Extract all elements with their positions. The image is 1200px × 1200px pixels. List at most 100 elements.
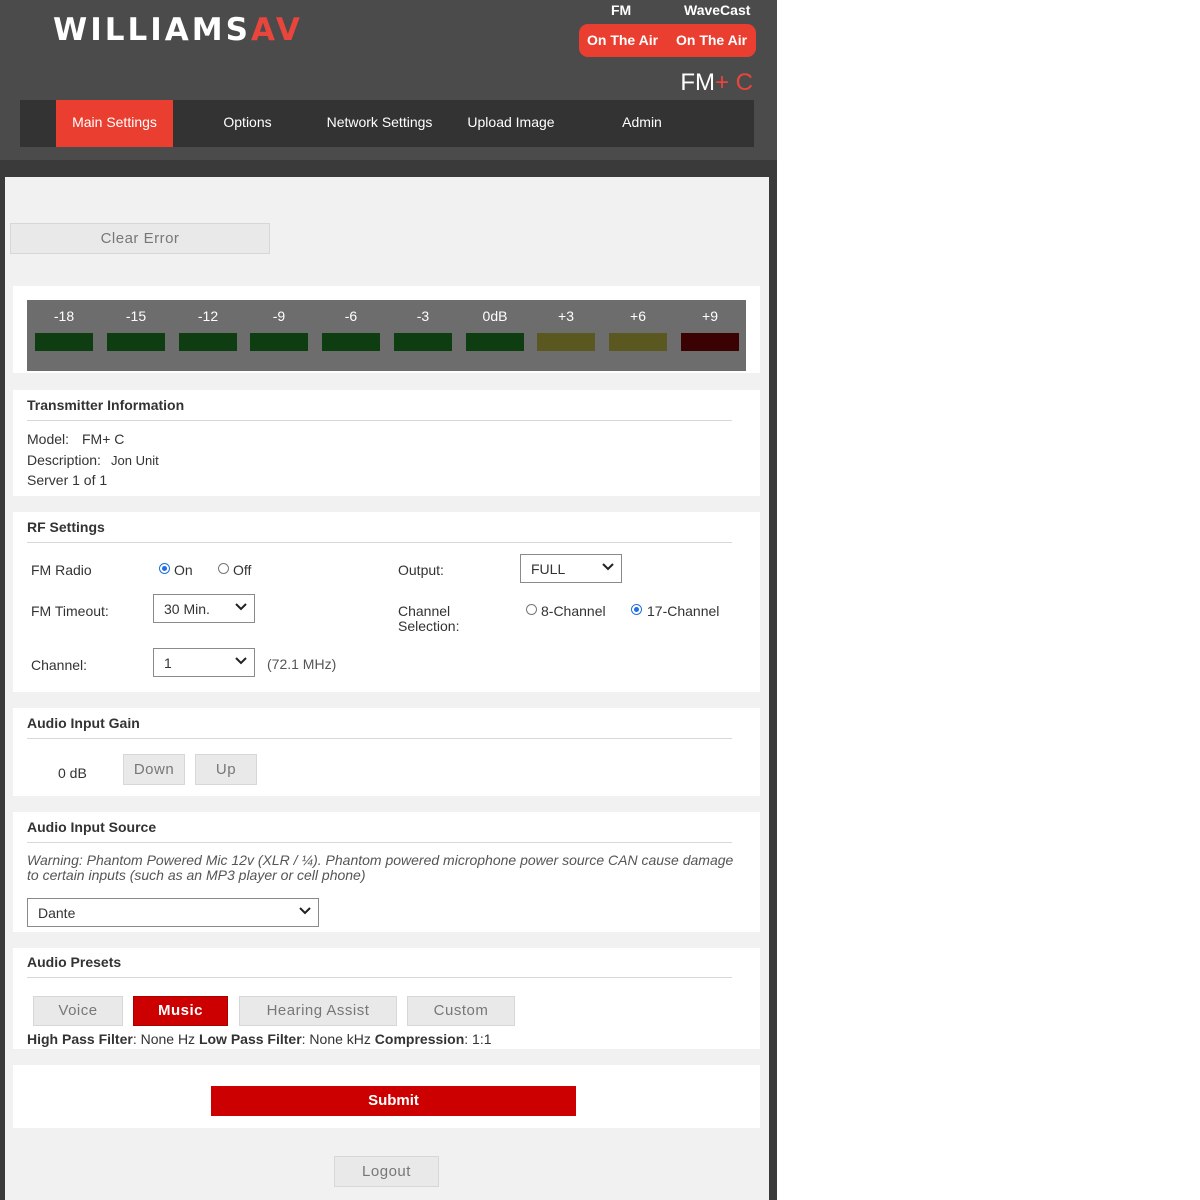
description-label: Description: [27, 452, 101, 468]
tab-upload-image[interactable]: Upload Image [455, 100, 567, 147]
vu-label: +6 [630, 308, 646, 324]
divider [27, 842, 732, 843]
fm-radio-off-radio[interactable] [218, 563, 229, 574]
output-select[interactable]: FULL [520, 554, 622, 583]
fm-status-value: On The Air [587, 32, 659, 48]
audio-source-select[interactable]: Dante [27, 898, 319, 927]
chevron-down-icon [235, 603, 247, 611]
vu-segment [179, 333, 237, 351]
section-title: Transmitter Information [27, 397, 185, 413]
vu-label: -12 [197, 308, 219, 324]
preset-voice-button[interactable]: Voice [33, 996, 123, 1026]
hpf-label: High Pass Filter [27, 1031, 133, 1047]
vu-meter-panel: -18 -15 -12 -9 -6 -3 0dB +3 +6 +9 [13, 286, 760, 373]
clear-error-button[interactable]: Clear Error [10, 223, 270, 254]
vu-label: -18 [53, 308, 75, 324]
compression-label: Compression [374, 1031, 465, 1047]
vu-segment [250, 333, 308, 351]
channel-label: Channel: [31, 657, 88, 673]
phantom-power-warning: Warning: Phantom Powered Mic 12v (XLR / … [27, 852, 734, 868]
vu-label: -15 [125, 308, 147, 324]
vu-label: 0dB [482, 308, 508, 324]
tab-options[interactable]: Options [190, 100, 305, 147]
submit-button[interactable]: Submit [211, 1086, 576, 1116]
model-label: Model: [27, 431, 70, 447]
audio-gain-panel: Audio Input Gain 0 dB Down Up [13, 708, 760, 796]
vu-label: -3 [416, 308, 430, 324]
app-frame: WILLIAMSAV FM WaveCast On The Air On The… [0, 0, 777, 1200]
vu-segment [537, 333, 595, 351]
submit-panel: Submit [13, 1065, 760, 1128]
vu-segment [681, 333, 739, 351]
fm-timeout-label: FM Timeout: [31, 603, 109, 619]
fm-radio-on-label: On [174, 562, 193, 578]
brand-logo: WILLIAMSAV [53, 12, 303, 48]
vu-segment [35, 333, 93, 351]
logout-button[interactable]: Logout [334, 1156, 439, 1187]
fm-status-label: FM [611, 2, 632, 18]
tab-network-settings[interactable]: Network Settings [317, 100, 442, 147]
audio-presets-panel: Audio Presets Voice Music Hearing Assist… [13, 948, 760, 1049]
brand-main: WILLIAMS [53, 12, 251, 48]
model-logo: FM+ C [680, 69, 753, 97]
channel-frequency: (72.1 MHz) [267, 656, 337, 672]
server-text: Server 1 of 1 [27, 472, 108, 488]
channel-8-label: 8-Channel [541, 603, 606, 619]
channel-selection-label: Channel [398, 603, 451, 619]
fm-radio-on-radio[interactable] [159, 563, 170, 574]
tab-admin[interactable]: Admin [592, 100, 692, 147]
vu-label: +3 [558, 308, 574, 324]
chevron-down-icon [235, 657, 247, 665]
chevron-down-icon [602, 563, 614, 571]
section-title: Audio Input Source [27, 819, 157, 835]
section-title: Audio Input Gain [27, 715, 140, 731]
chevron-down-icon [299, 907, 311, 915]
vu-segment [466, 333, 524, 351]
fm-timeout-select[interactable]: 30 Min. [153, 594, 255, 623]
lpf-value: : None kHz [301, 1031, 371, 1047]
audio-source-panel: Audio Input Source Warning: Phantom Powe… [13, 812, 760, 932]
select-value: Dante [38, 905, 76, 921]
vu-label: +9 [702, 308, 718, 324]
header: WILLIAMSAV FM WaveCast On The Air On The… [0, 0, 777, 160]
vu-segment [322, 333, 380, 351]
divider [27, 542, 732, 543]
vu-label: -9 [272, 308, 286, 324]
filter-summary: High Pass Filter: None Hz Low Pass Filte… [27, 1031, 492, 1047]
preset-music-button[interactable]: Music [133, 996, 228, 1026]
wavecast-status-label: WaveCast [684, 2, 751, 18]
channel-select[interactable]: 1 [153, 648, 255, 677]
gain-value: 0 dB [58, 765, 87, 781]
preset-custom-button[interactable]: Custom [407, 996, 515, 1026]
vu-meter: -18 -15 -12 -9 -6 -3 0dB +3 +6 +9 [27, 300, 746, 371]
section-title: RF Settings [27, 519, 105, 535]
vu-segment [609, 333, 667, 351]
section-title: Audio Presets [27, 954, 122, 970]
rf-settings-panel: RF Settings FM Radio On Off FM Timeout: … [13, 512, 760, 692]
compression-value: : 1:1 [464, 1031, 492, 1047]
on-air-status-box: On The Air On The Air [579, 24, 756, 57]
description-value: Jon Unit [111, 453, 159, 468]
preset-hearing-assist-button[interactable]: Hearing Assist [239, 996, 397, 1026]
brand-accent: AV [250, 12, 303, 48]
tab-main-settings[interactable]: Main Settings [56, 100, 173, 147]
vu-segment [107, 333, 165, 351]
vu-label: -6 [344, 308, 358, 324]
gain-up-button[interactable]: Up [195, 754, 257, 785]
main-nav: Main Settings Options Network Settings U… [20, 100, 754, 147]
channel-17-radio[interactable] [631, 604, 642, 615]
vu-segment [394, 333, 452, 351]
divider [27, 420, 732, 421]
transmitter-info-panel: Transmitter Information Model: FM+ C Des… [13, 390, 760, 496]
phantom-power-warning-2: to certain inputs (such as an MP3 player… [27, 867, 366, 883]
fm-radio-label: FM Radio [31, 562, 92, 578]
wavecast-status-value: On The Air [676, 32, 748, 48]
channel-17-label: 17-Channel [647, 603, 720, 619]
model-main: FM [680, 69, 715, 96]
model-value: FM+ C [82, 431, 125, 447]
channel-selection-label-2: Selection: [398, 618, 460, 634]
gain-down-button[interactable]: Down [123, 754, 185, 785]
channel-8-radio[interactable] [526, 604, 537, 615]
divider [27, 977, 732, 978]
select-value: FULL [531, 561, 566, 577]
